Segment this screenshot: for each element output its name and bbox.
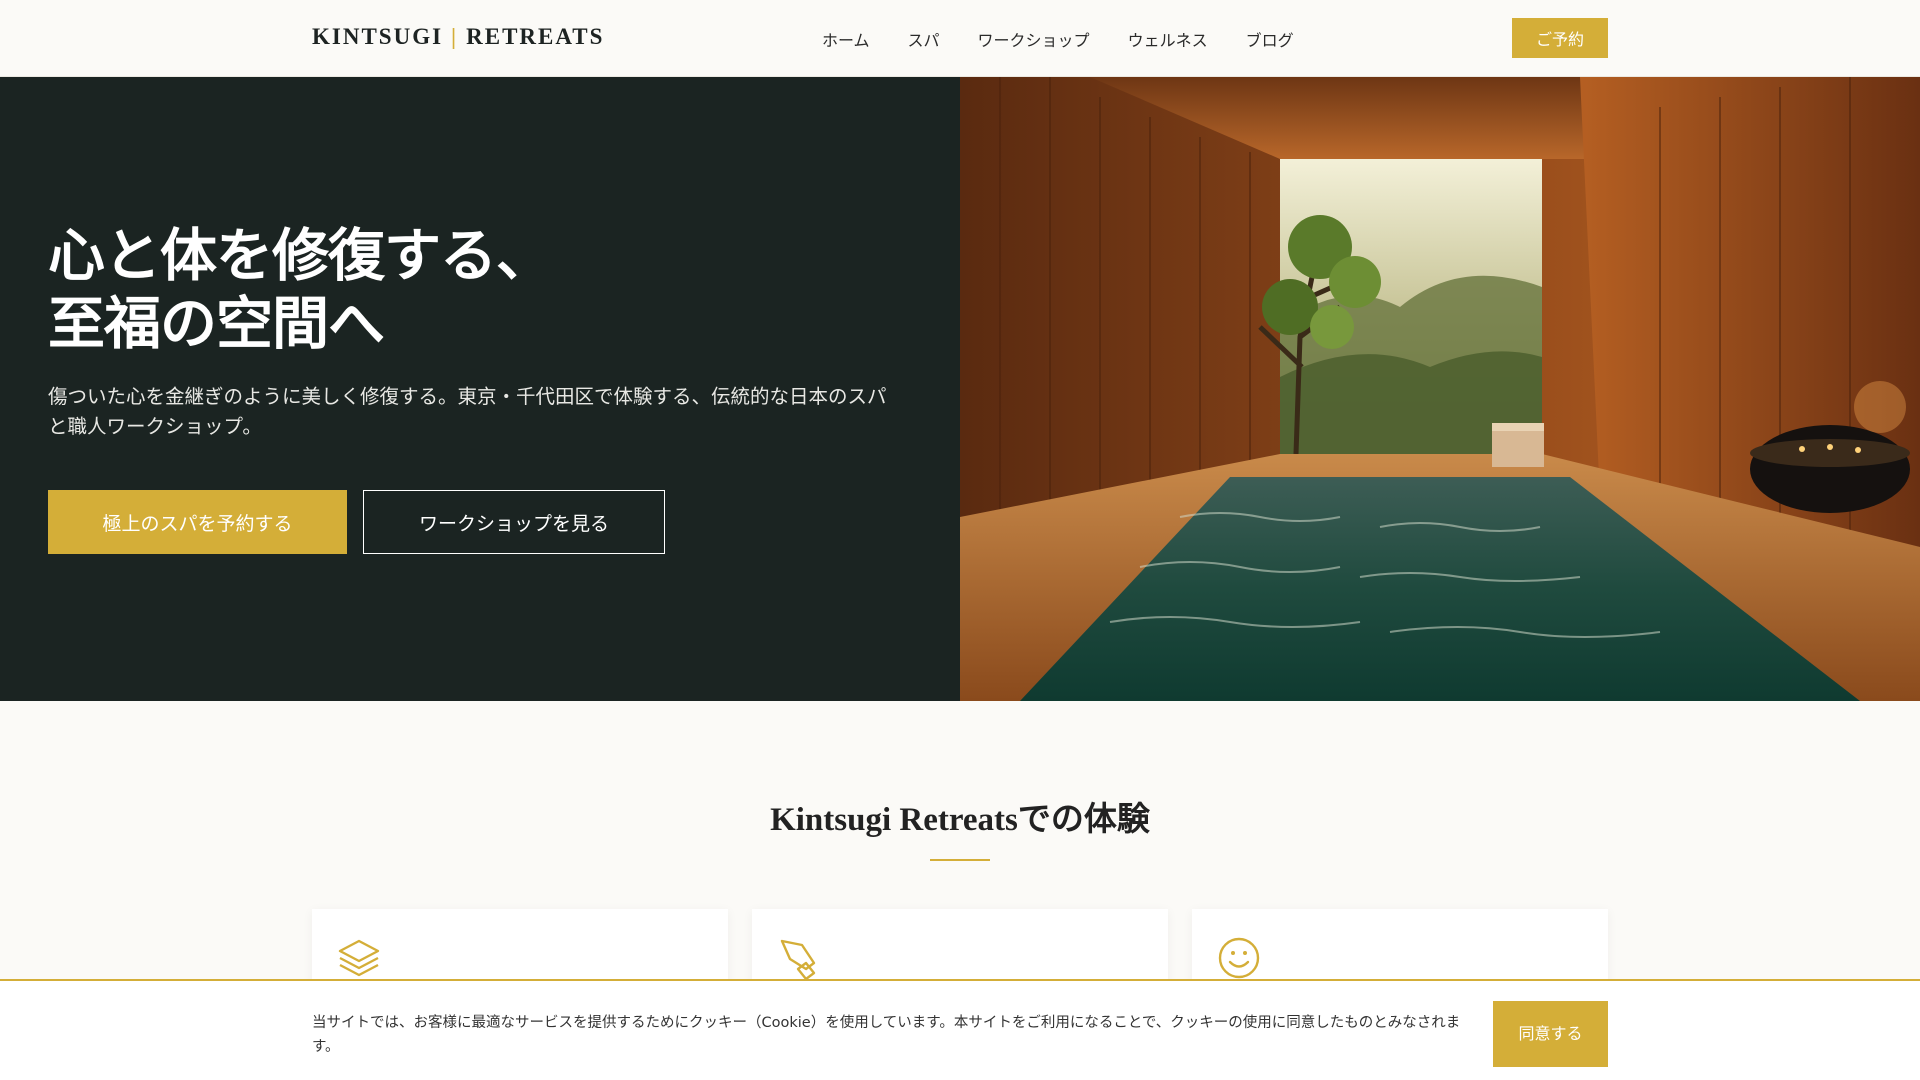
cookie-banner: 当サイトでは、お客様に最適なサービスを提供するためにクッキー（Cookie）を使…	[0, 979, 1920, 1080]
section-divider	[930, 859, 990, 861]
experience-section-title: Kintsugi Retreatsでの体験	[770, 802, 1150, 838]
hero-image	[960, 77, 1920, 701]
view-workshops-button[interactable]: ワークショップを見る	[363, 490, 665, 554]
book-button[interactable]: ご予約	[1512, 18, 1608, 58]
hero-title-line-1: 心と体を修復する、	[48, 223, 553, 289]
hero-title: 心と体を修復する、 至福の空間へ	[48, 222, 648, 358]
book-spa-button[interactable]: 極上のスパを予約する	[48, 490, 347, 554]
logo-separator: |	[451, 24, 459, 49]
nav-item-spa[interactable]: スパ	[908, 27, 940, 51]
main-nav: ホーム スパ ワークショップ ウェルネス ブログ	[822, 27, 1294, 51]
spa-bath-illustration	[960, 77, 1920, 701]
hero-title-line-2: 至福の空間へ	[48, 291, 385, 357]
site-logo[interactable]: KINTSUGI | RETREATS	[312, 24, 604, 50]
cookie-text: 当サイトでは、お客様に最適なサービスを提供するためにクッキー（Cookie）を使…	[312, 1015, 1461, 1055]
nav-item-workshop[interactable]: ワークショップ	[978, 27, 1090, 51]
logo-word-retreats: RETREATS	[466, 24, 605, 49]
logo-word-kintsugi: KINTSUGI	[312, 24, 444, 49]
hero-subtitle: 傷ついた心を金継ぎのように美しく修復する。東京・千代田区で体験する、伝統的な日本…	[48, 385, 887, 438]
nav-item-wellness[interactable]: ウェルネス	[1128, 27, 1208, 51]
nav-item-home[interactable]: ホーム	[822, 27, 870, 51]
site-header: KINTSUGI | RETREATS ホーム スパ ワークショップ ウェルネス ブ…	[0, 0, 1920, 77]
smile-icon	[1218, 937, 1260, 979]
tag-tools-icon	[780, 939, 816, 981]
nav-item-blog[interactable]: ブログ	[1246, 27, 1294, 51]
layers-icon	[338, 939, 380, 977]
cookie-accept-button[interactable]: 同意する	[1493, 1001, 1608, 1067]
